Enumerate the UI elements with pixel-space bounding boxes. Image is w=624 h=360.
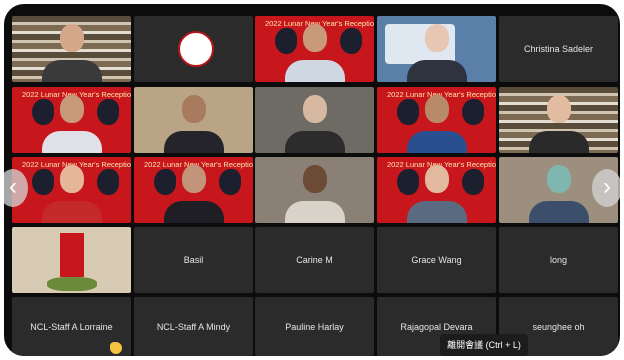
participant-name: Basil <box>183 255 204 265</box>
leave-meeting-tooltip: 離開會議 (Ctrl + L) <box>440 334 528 356</box>
participant-video <box>284 24 345 82</box>
chevron-right-icon[interactable]: › <box>592 169 620 207</box>
participant-name: Christina Sadeler <box>523 44 594 54</box>
video-tile-participant[interactable]: 2022 Lunar New Year's Reception <box>134 157 253 223</box>
participant-name: Pauline Harlay <box>285 321 344 332</box>
spring-couplet-decoration <box>60 233 84 277</box>
video-tile-long[interactable]: long <box>499 227 618 293</box>
video-tile-logo[interactable] <box>134 16 253 82</box>
video-tile-carine[interactable]: Carine M <box>255 227 374 293</box>
meeting-gallery: 2022 Lunar New Year's Reception Christin… <box>4 4 620 356</box>
participant-video <box>41 24 102 82</box>
video-tile-participant[interactable]: 2022 Lunar New Year's Reception <box>377 157 496 223</box>
participant-name: Carine M <box>296 255 333 265</box>
video-tile-mindy[interactable]: NCL-Staff A Mindy <box>134 297 253 356</box>
video-tile-participant[interactable] <box>377 16 496 82</box>
video-tile-participant[interactable]: 2022 Lunar New Year's Reception <box>12 157 131 223</box>
participant-name: NCL-Staff A Mindy <box>156 321 231 332</box>
raised-hand-icon <box>110 342 122 354</box>
video-tile-participant[interactable] <box>255 87 374 153</box>
video-tile-participant[interactable] <box>12 227 131 293</box>
seal-logo <box>178 31 214 67</box>
participant-name: Grace Wang <box>411 255 462 265</box>
participant-video <box>406 165 467 223</box>
video-tile-participant[interactable]: 2022 Lunar New Year's Reception <box>12 87 131 153</box>
video-tile-participant[interactable]: 2022 Lunar New Year's Reception <box>255 16 374 82</box>
video-tile-participant[interactable] <box>134 87 253 153</box>
participant-video <box>41 165 102 223</box>
video-tile-participant[interactable]: 2022 Lunar New Year's Reception <box>377 87 496 153</box>
participant-video <box>284 95 345 153</box>
participant-video <box>163 95 224 153</box>
participant-name: long <box>549 255 567 265</box>
participant-video <box>406 24 467 82</box>
participant-name: seunghee oh <box>532 321 585 332</box>
video-tile-participant[interactable] <box>12 16 131 82</box>
video-tile-pauline[interactable]: Pauline Harlay <box>255 297 374 356</box>
participant-video <box>406 95 467 153</box>
video-tile-grace[interactable]: Grace Wang <box>377 227 496 293</box>
participant-video <box>528 95 589 153</box>
video-tile-christina[interactable]: Christina Sadeler <box>499 16 618 82</box>
participant-name: NCL-Staff A Lorraine <box>30 321 113 332</box>
video-tile-basil[interactable]: Basil <box>134 227 253 293</box>
participant-name: Rajagopal Devara <box>400 321 473 332</box>
participant-video <box>163 165 224 223</box>
participant-video <box>284 165 345 223</box>
participant-video <box>41 95 102 153</box>
video-tile-participant[interactable] <box>255 157 374 223</box>
video-tile-participant[interactable] <box>499 87 618 153</box>
participant-video <box>528 165 589 223</box>
flower-arrangement <box>47 277 97 291</box>
